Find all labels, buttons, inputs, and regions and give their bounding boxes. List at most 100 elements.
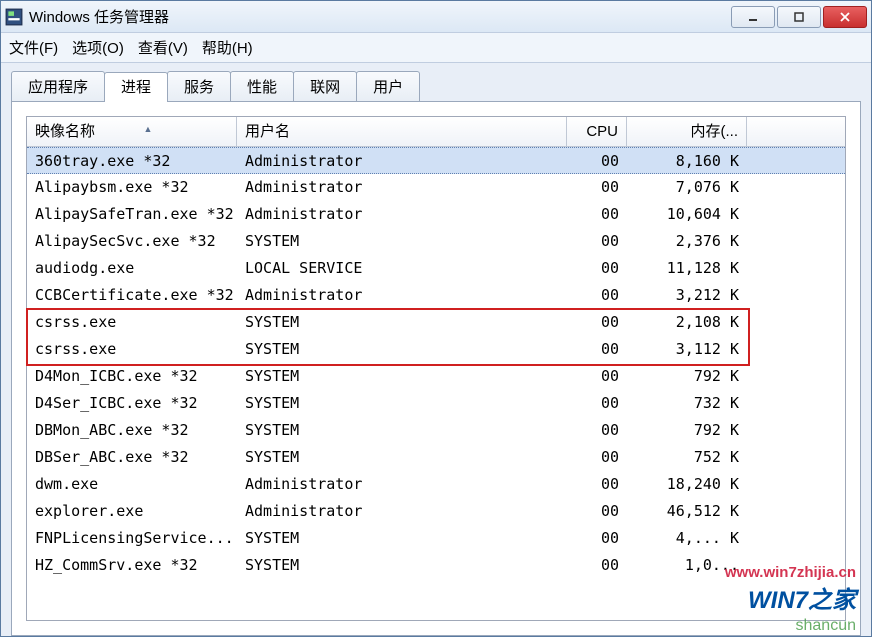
tab-services[interactable]: 服务 [167,71,231,101]
cell-mem: 792 K [627,363,747,390]
cell-user: Administrator [237,201,567,228]
tab-content: 映像名称 用户名 CPU 内存(... 360tray.exe *32Admin… [11,101,861,636]
close-button[interactable] [823,6,867,28]
tab-users[interactable]: 用户 [356,71,420,101]
cell-cpu: 00 [567,525,627,552]
tab-performance[interactable]: 性能 [230,71,294,101]
table-row[interactable]: D4Mon_ICBC.exe *32SYSTEM00792 K [27,363,845,390]
column-header-user[interactable]: 用户名 [237,117,567,146]
cell-user: SYSTEM [237,417,567,444]
cell-user: SYSTEM [237,552,567,579]
cell-mem: 8,160 K [627,148,747,173]
cell-name: D4Ser_ICBC.exe *32 [27,390,237,417]
cell-name: 360tray.exe *32 [27,148,237,173]
cell-user: Administrator [237,498,567,525]
titlebar[interactable]: Windows 任务管理器 [1,1,871,33]
cell-cpu: 00 [567,444,627,471]
watermark-logo: WIN7之家 [748,580,856,615]
table-body[interactable]: 360tray.exe *32Administrator008,160 KAli… [27,147,845,620]
cell-name: DBMon_ABC.exe *32 [27,417,237,444]
cell-cpu: 00 [567,282,627,309]
table-row[interactable]: CCBCertificate.exe *32Administrator003,2… [27,282,845,309]
cell-mem: 10,604 K [627,201,747,228]
cell-mem: 2,376 K [627,228,747,255]
table-row[interactable]: dwm.exeAdministrator0018,240 K [27,471,845,498]
app-icon [5,8,23,26]
cell-mem: 732 K [627,390,747,417]
menu-view[interactable]: 查看(V) [138,37,188,58]
cell-user: SYSTEM [237,228,567,255]
cell-name: Alipaybsm.exe *32 [27,174,237,201]
cell-cpu: 00 [567,148,627,173]
menu-options[interactable]: 选项(O) [72,37,124,58]
cell-mem: 46,512 K [627,498,747,525]
cell-cpu: 00 [567,309,627,336]
maximize-button[interactable] [777,6,821,28]
column-header-cpu[interactable]: CPU [567,117,627,146]
cell-cpu: 00 [567,471,627,498]
tab-processes[interactable]: 进程 [104,72,168,102]
table-row[interactable]: csrss.exeSYSTEM003,112 K [27,336,845,363]
cell-user: LOCAL SERVICE [237,255,567,282]
cell-name: AlipaySafeTran.exe *32 [27,201,237,228]
task-manager-window: Windows 任务管理器 文件(F) 选项(O) 查看(V) 帮助(H) 应用… [0,0,872,637]
cell-mem: 3,112 K [627,336,747,363]
table-row[interactable]: Alipaybsm.exe *32Administrator007,076 K [27,174,845,201]
menubar: 文件(F) 选项(O) 查看(V) 帮助(H) [1,33,871,63]
cell-user: SYSTEM [237,390,567,417]
minimize-button[interactable] [731,6,775,28]
cell-cpu: 00 [567,417,627,444]
cell-name: HZ_CommSrv.exe *32 [27,552,237,579]
tab-network[interactable]: 联网 [293,71,357,101]
table-row[interactable]: DBSer_ABC.exe *32SYSTEM00752 K [27,444,845,471]
maximize-icon [793,11,805,23]
cell-user: Administrator [237,282,567,309]
cell-user: SYSTEM [237,336,567,363]
table-header: 映像名称 用户名 CPU 内存(... [27,117,845,147]
cell-name: FNPLicensingService... [27,525,237,552]
table-row[interactable]: audiodg.exeLOCAL SERVICE0011,128 K [27,255,845,282]
cell-cpu: 00 [567,228,627,255]
cell-user: Administrator [237,471,567,498]
table-row[interactable]: FNPLicensingService...SYSTEM004,... K [27,525,845,552]
table-row[interactable]: DBMon_ABC.exe *32SYSTEM00792 K [27,417,845,444]
tab-applications[interactable]: 应用程序 [11,71,105,101]
cell-cpu: 00 [567,255,627,282]
cell-mem: 11,128 K [627,255,747,282]
cell-cpu: 00 [567,336,627,363]
cell-mem: 2,108 K [627,309,747,336]
window-buttons [731,6,867,28]
cell-mem: 18,240 K [627,471,747,498]
menu-file[interactable]: 文件(F) [9,37,58,58]
column-header-name[interactable]: 映像名称 [27,117,237,146]
cell-cpu: 00 [567,552,627,579]
cell-name: csrss.exe [27,336,237,363]
tab-area: 应用程序 进程 服务 性能 联网 用户 映像名称 用户名 CPU 内存(... … [1,63,871,636]
cell-mem: 752 K [627,444,747,471]
cell-cpu: 00 [567,174,627,201]
cell-user: Administrator [237,148,567,173]
cell-cpu: 00 [567,390,627,417]
table-row[interactable]: HZ_CommSrv.exe *32SYSTEM001,0... [27,552,845,579]
cell-cpu: 00 [567,363,627,390]
column-header-memory[interactable]: 内存(... [627,117,747,146]
table-row[interactable]: AlipaySecSvc.exe *32SYSTEM002,376 K [27,228,845,255]
cell-name: audiodg.exe [27,255,237,282]
minimize-icon [747,11,759,23]
cell-name: D4Mon_ICBC.exe *32 [27,363,237,390]
cell-name: DBSer_ABC.exe *32 [27,444,237,471]
cell-name: AlipaySecSvc.exe *32 [27,228,237,255]
watermark-site: shancun [796,617,857,635]
cell-user: SYSTEM [237,525,567,552]
cell-user: SYSTEM [237,309,567,336]
table-row[interactable]: csrss.exeSYSTEM002,108 K [27,309,845,336]
watermark-url: www.win7zhijia.cn [725,564,856,581]
tabs: 应用程序 进程 服务 性能 联网 用户 [11,71,861,101]
cell-name: dwm.exe [27,471,237,498]
menu-help[interactable]: 帮助(H) [202,37,253,58]
table-row[interactable]: AlipaySafeTran.exe *32Administrator0010,… [27,201,845,228]
table-row[interactable]: explorer.exeAdministrator0046,512 K [27,498,845,525]
table-row[interactable]: 360tray.exe *32Administrator008,160 K [27,147,845,174]
cell-name: csrss.exe [27,309,237,336]
table-row[interactable]: D4Ser_ICBC.exe *32SYSTEM00732 K [27,390,845,417]
